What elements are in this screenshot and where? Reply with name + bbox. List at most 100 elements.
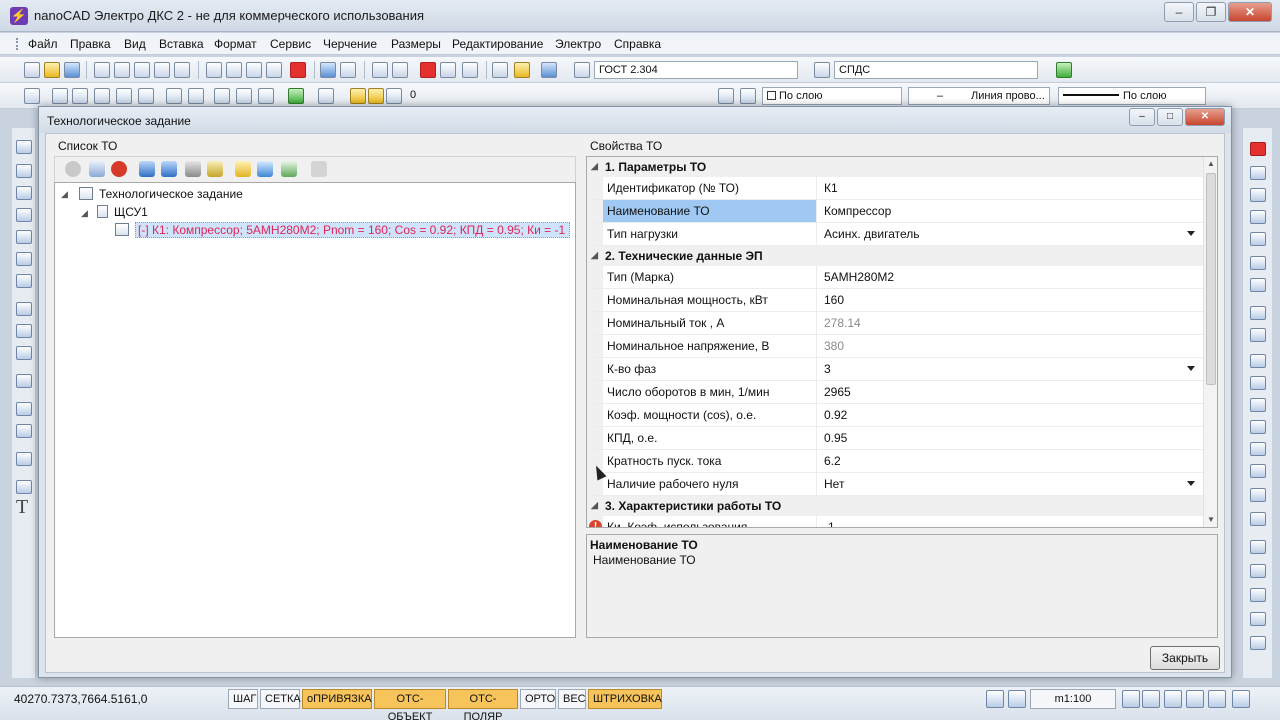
add-icon[interactable] bbox=[65, 161, 81, 177]
break-icon[interactable] bbox=[1250, 398, 1266, 412]
match-layer-icon[interactable] bbox=[740, 88, 756, 104]
refresh-icon[interactable] bbox=[257, 161, 273, 177]
tree-node-panel[interactable]: ЩСУ1 bbox=[97, 203, 148, 221]
help-icon[interactable] bbox=[541, 62, 557, 78]
polyline-icon[interactable] bbox=[16, 186, 32, 200]
hatch-button[interactable]: ШТРИХОВКА bbox=[588, 689, 662, 709]
prop-row-power[interactable]: Номинальная мощность, кВт 160 bbox=[587, 289, 1203, 312]
move-icon[interactable] bbox=[1250, 256, 1266, 270]
open-folder-icon[interactable] bbox=[44, 62, 60, 78]
prop-row-start-ratio[interactable]: Кратность пуск. тока 6.2 bbox=[587, 450, 1203, 473]
polygon-icon[interactable] bbox=[16, 208, 32, 222]
duplicate-icon[interactable] bbox=[89, 161, 105, 177]
otrack-object-button[interactable]: ОТС-ОБЪЕКТ bbox=[374, 689, 446, 720]
minimize-button[interactable]: – bbox=[1164, 2, 1194, 22]
edit-icon[interactable] bbox=[1250, 612, 1266, 626]
remove-icon[interactable] bbox=[111, 161, 127, 177]
prop-value[interactable]: -1 bbox=[818, 516, 1203, 527]
model-space-icon[interactable] bbox=[986, 690, 1004, 708]
block-icon[interactable] bbox=[214, 88, 230, 104]
category-work[interactable]: ◢ 3. Характеристики работы ТО bbox=[587, 496, 1203, 516]
prop-value[interactable]: Нет bbox=[818, 473, 1203, 495]
lineweight-button[interactable]: ВЕС bbox=[558, 689, 586, 709]
hatch-icon[interactable] bbox=[16, 374, 32, 388]
prop-value[interactable]: 5АМН280М2 bbox=[818, 266, 1203, 288]
annotation-visibility-icon[interactable] bbox=[1122, 690, 1140, 708]
extend-icon[interactable] bbox=[1250, 376, 1266, 390]
dialog-minimize-button[interactable]: – bbox=[1129, 108, 1155, 126]
linetype-select[interactable]: – Линия прово... bbox=[908, 87, 1050, 105]
group-icon[interactable] bbox=[1250, 564, 1266, 578]
new-file-icon[interactable] bbox=[24, 62, 40, 78]
color-select[interactable]: По слою bbox=[762, 87, 902, 105]
circle-icon[interactable] bbox=[16, 274, 32, 288]
tree-expander[interactable]: ◢ bbox=[81, 208, 88, 219]
osnap-button[interactable]: оПРИВЯЗКА bbox=[302, 689, 372, 709]
menu-file[interactable]: Файл bbox=[28, 37, 58, 51]
arc-icon[interactable] bbox=[16, 252, 32, 266]
copy-object-icon[interactable] bbox=[1250, 166, 1266, 180]
fullscreen-icon[interactable] bbox=[1232, 690, 1250, 708]
layer-on-icon[interactable] bbox=[350, 88, 366, 104]
category-tech[interactable]: ◢ 2. Технические данные ЭП bbox=[587, 246, 1203, 266]
paste-icon[interactable] bbox=[246, 62, 262, 78]
linear-dim-icon[interactable] bbox=[52, 88, 68, 104]
dialog-titlebar[interactable]: Технологическое задание – □ ✕ bbox=[39, 107, 1231, 133]
publish-icon[interactable] bbox=[94, 62, 110, 78]
mirror-icon[interactable] bbox=[1250, 188, 1266, 202]
insert-block-icon[interactable] bbox=[236, 88, 252, 104]
prop-row-phases[interactable]: К-во фаз 3 bbox=[587, 358, 1203, 381]
prop-row-id[interactable]: Идентификатор (№ ТО) К1 bbox=[587, 177, 1203, 200]
print-setup-icon[interactable] bbox=[174, 62, 190, 78]
aligned-dim-icon[interactable] bbox=[72, 88, 88, 104]
dropdown-arrow-icon[interactable] bbox=[1187, 366, 1195, 371]
lineweight-select[interactable]: По слою bbox=[1058, 87, 1206, 105]
prop-value[interactable]: 3 bbox=[818, 358, 1203, 380]
prop-row-model[interactable]: Тип (Марка) 5АМН280М2 bbox=[587, 266, 1203, 289]
scroll-up-icon[interactable]: ▲ bbox=[1207, 159, 1215, 168]
text-style-select[interactable]: ГОСТ 2.304 bbox=[594, 61, 798, 79]
cloud-icon[interactable] bbox=[16, 302, 32, 316]
join-icon[interactable] bbox=[1250, 420, 1266, 434]
menu-insert[interactable]: Вставка bbox=[159, 37, 204, 51]
prop-row-load-type[interactable]: Тип нагрузки Асинх. двигатель bbox=[587, 223, 1203, 246]
ellipse-icon[interactable] bbox=[16, 346, 32, 360]
leader-icon[interactable] bbox=[166, 88, 182, 104]
zoom-window-icon[interactable] bbox=[420, 62, 436, 78]
undo-icon[interactable] bbox=[320, 62, 336, 78]
prop-value[interactable]: К1 bbox=[818, 177, 1203, 199]
zoom-extents-icon[interactable] bbox=[440, 62, 456, 78]
zoom-realtime-icon[interactable] bbox=[392, 62, 408, 78]
dropdown-arrow-icon[interactable] bbox=[1187, 231, 1195, 236]
prop-value[interactable]: 2965 bbox=[818, 381, 1203, 403]
print-icon[interactable] bbox=[154, 62, 170, 78]
menu-edit[interactable]: Правка bbox=[70, 37, 111, 51]
paste-special-icon[interactable] bbox=[266, 62, 282, 78]
prop-value[interactable]: 160 bbox=[818, 289, 1203, 311]
ungroup-icon[interactable] bbox=[1250, 588, 1266, 602]
text-icon[interactable]: T bbox=[16, 497, 32, 517]
group-to-icon[interactable] bbox=[185, 161, 201, 177]
properties-icon[interactable] bbox=[514, 62, 530, 78]
preview-icon[interactable] bbox=[114, 62, 130, 78]
tolerance-icon[interactable] bbox=[188, 88, 204, 104]
baseline-dim-icon[interactable] bbox=[116, 88, 132, 104]
distance-icon[interactable] bbox=[492, 62, 508, 78]
report-icon[interactable] bbox=[311, 161, 327, 177]
prop-row-voltage[interactable]: Номинальное напряжение, В 380 bbox=[587, 335, 1203, 358]
dialog-close-button[interactable]: ✕ bbox=[1185, 108, 1225, 126]
construction-line-icon[interactable] bbox=[16, 164, 32, 178]
polar-button[interactable]: ОТС-ПОЛЯР bbox=[448, 689, 518, 720]
scale-icon[interactable] bbox=[1250, 306, 1266, 320]
zoom-previous-icon[interactable] bbox=[462, 62, 478, 78]
layer-thaw-icon[interactable] bbox=[368, 88, 384, 104]
prop-value[interactable]: 0.95 bbox=[818, 427, 1203, 449]
layer-previous-icon[interactable] bbox=[718, 88, 734, 104]
prop-value[interactable]: Компрессор bbox=[818, 200, 1203, 222]
prop-value[interactable]: Асинх. двигатель bbox=[818, 223, 1203, 245]
menu-dimensions[interactable]: Размеры bbox=[391, 37, 441, 51]
table-icon[interactable] bbox=[258, 88, 274, 104]
dropdown-arrow-icon[interactable] bbox=[1187, 481, 1195, 486]
layer-select[interactable]: 0 bbox=[406, 87, 712, 105]
snap-button[interactable]: ШАГ bbox=[228, 689, 258, 709]
